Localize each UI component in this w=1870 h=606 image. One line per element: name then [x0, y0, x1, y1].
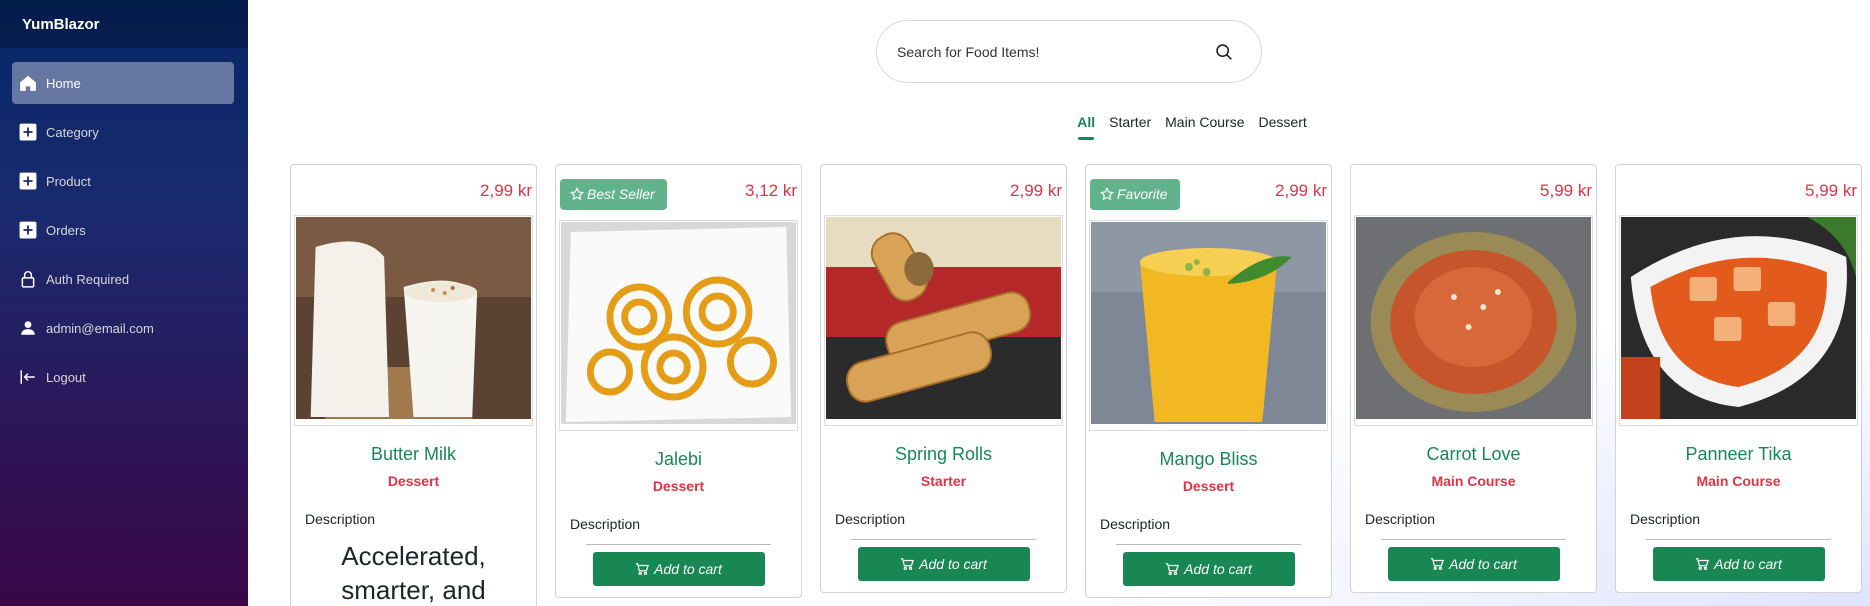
product-image — [559, 220, 798, 431]
person-icon — [18, 318, 38, 338]
product-category: Dessert — [387, 473, 440, 489]
add-to-cart-button[interactable]: Add to cart — [1387, 547, 1560, 581]
sidebar-item-product[interactable]: Product — [12, 160, 234, 202]
product-category: Dessert — [1182, 478, 1235, 494]
product-price: 2,99 kr — [1275, 181, 1327, 200]
sidebar-item-label: Auth Required — [46, 271, 130, 287]
product-name: Spring Rolls — [894, 444, 993, 464]
product-image — [294, 215, 533, 426]
sidebar-nav: Home Category Product Orders Auth Requir… — [0, 48, 248, 398]
divider — [851, 539, 1036, 540]
search-icon[interactable] — [1215, 43, 1233, 61]
cart-icon — [1166, 563, 1180, 576]
search-bar — [876, 20, 1262, 83]
tab-main-course[interactable]: Main Course — [1158, 112, 1251, 140]
product-description-label: Description — [1365, 511, 1436, 527]
tab-dessert[interactable]: Dessert — [1252, 112, 1314, 140]
cart-icon — [1431, 558, 1445, 571]
home-icon — [18, 73, 38, 93]
logout-icon — [18, 367, 38, 387]
sidebar-item-account[interactable]: admin@email.com — [12, 307, 234, 349]
divider — [1381, 539, 1566, 540]
sidebar-item-home[interactable]: Home — [12, 62, 234, 104]
plus-square-icon — [18, 220, 38, 240]
sidebar-item-label: Logout — [46, 369, 86, 385]
product-category: Main Course — [1431, 473, 1516, 489]
product-description-label: Description — [305, 511, 376, 527]
product-category: Dessert — [652, 478, 705, 494]
product-price: 3,12 kr — [745, 181, 797, 200]
product-price: 5,99 kr — [1805, 181, 1857, 200]
product-card: Best Seller 3,12 kr Jalebi Dessert Descr… — [555, 164, 802, 598]
sidebar-item-label: admin@email.com — [46, 320, 154, 336]
product-category: Starter — [920, 473, 967, 489]
product-description-label: Description — [1100, 516, 1171, 532]
product-name: Mango Bliss — [1159, 449, 1258, 469]
cart-icon — [636, 563, 650, 576]
divider — [1646, 539, 1831, 540]
add-to-cart-button[interactable]: Add to cart — [857, 547, 1030, 581]
product-image — [824, 215, 1063, 426]
product-badge: Best Seller — [560, 179, 667, 210]
product-image — [1089, 220, 1328, 431]
product-name: Butter Milk — [370, 444, 457, 464]
cart-icon — [1696, 558, 1710, 571]
sidebar-item-label: Home — [46, 75, 81, 91]
plus-square-icon — [18, 171, 38, 191]
product-category: Main Course — [1696, 473, 1781, 489]
product-card: 2,99 kr Spring Rolls Starter Description… — [820, 164, 1067, 593]
sidebar-item-logout[interactable]: Logout — [12, 356, 234, 398]
category-tabs: All Starter Main Course Dessert — [248, 112, 1870, 140]
product-name: Jalebi — [654, 449, 703, 469]
sidebar-item-orders[interactable]: Orders — [12, 209, 234, 251]
product-name: Panneer Tika — [1685, 444, 1792, 464]
product-card: 5,99 kr Carrot Love Main Course Descript… — [1350, 164, 1597, 593]
star-icon — [570, 187, 584, 201]
lock-icon — [18, 269, 38, 289]
add-to-cart-button[interactable]: Add to cart — [1122, 552, 1295, 586]
main-content: All Starter Main Course Dessert 2,99 kr — [248, 0, 1870, 606]
sidebar-item-auth-required[interactable]: Auth Required — [12, 258, 234, 300]
brand-title[interactable]: YumBlazor — [0, 0, 248, 48]
add-to-cart-button[interactable]: Add to cart — [1652, 547, 1825, 581]
star-icon — [1100, 187, 1114, 201]
product-image — [1619, 215, 1858, 426]
product-grid: 2,99 kr Butter Milk Dessert Description … — [290, 164, 1862, 606]
search-input[interactable] — [897, 43, 1197, 60]
product-description-label: Description — [1630, 511, 1701, 527]
product-price: 2,99 kr — [1010, 181, 1062, 200]
plus-square-icon — [18, 122, 38, 142]
product-price: 5,99 kr — [1540, 181, 1592, 200]
sidebar: YumBlazor Home Category Product Orders A… — [0, 0, 248, 606]
product-card: 5,99 kr Panneer Tika Main Course Descrip… — [1615, 164, 1862, 593]
sidebar-item-label: Product — [46, 173, 91, 189]
cart-icon — [901, 558, 915, 571]
divider — [586, 544, 771, 545]
product-badge: Favorite — [1090, 179, 1180, 210]
product-card: 2,99 kr Butter Milk Dessert Description … — [290, 164, 537, 606]
tab-starter[interactable]: Starter — [1102, 112, 1158, 140]
tab-all[interactable]: All — [1070, 112, 1102, 140]
product-description-text: Accelerated, smarter, and — [341, 541, 486, 605]
divider — [1116, 544, 1301, 545]
product-price: 2,99 kr — [480, 181, 532, 200]
add-to-cart-button[interactable]: Add to cart — [592, 552, 765, 586]
product-description-label: Description — [835, 511, 906, 527]
sidebar-item-label: Category — [46, 124, 99, 140]
product-name: Carrot Love — [1426, 444, 1521, 464]
product-card: Favorite 2,99 kr Mango Bliss Dessert Des… — [1085, 164, 1332, 598]
sidebar-item-label: Orders — [46, 222, 86, 238]
sidebar-item-category[interactable]: Category — [12, 111, 234, 153]
product-description-label: Description — [570, 516, 641, 532]
product-image — [1354, 215, 1593, 426]
